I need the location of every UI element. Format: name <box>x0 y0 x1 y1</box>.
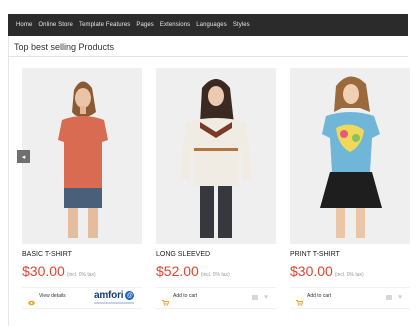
product-price: $52.00 <box>156 263 199 279</box>
price-row: $30.00 (incl. 0% tax) <box>290 263 364 281</box>
section-divider <box>8 56 408 57</box>
nav-item-styles[interactable]: Styles <box>233 22 250 28</box>
nav-item-languages[interactable]: Languages <box>196 22 227 28</box>
nav-item-online-store[interactable]: Online Store <box>38 22 73 28</box>
model-long-sleeved-image <box>180 79 252 238</box>
product-actions: View details amfori @ <box>22 287 142 309</box>
compare-icon[interactable] <box>386 295 392 300</box>
tax-note: (incl. 0% tax) <box>200 272 230 278</box>
wishlist-heart-icon[interactable]: ♥ <box>264 294 268 301</box>
product-image[interactable] <box>290 68 410 244</box>
view-details-label: View details <box>39 293 66 299</box>
section-title: Top best selling Products <box>14 42 115 52</box>
product-name[interactable]: LONG SLEEVED <box>156 251 210 258</box>
nav-item-pages[interactable]: Pages <box>136 22 154 28</box>
product-price: $30.00 <box>290 263 333 279</box>
product-image[interactable] <box>22 68 142 244</box>
main-nav: Home Online Store Template Features Page… <box>8 14 408 36</box>
nav-item-extensions[interactable]: Extensions <box>160 22 190 28</box>
model-basic-tshirt-image <box>58 81 108 238</box>
product-image[interactable] <box>156 68 276 244</box>
cart-icon <box>162 293 170 306</box>
add-to-cart-label: Add to cart <box>173 293 198 299</box>
amfori-tagline-mark <box>94 302 134 304</box>
price-row: $52.00 (incl. 0% tax) <box>156 263 230 281</box>
tax-note: (incl. 0% tax) <box>334 272 364 278</box>
model-print-tshirt-image <box>320 76 382 238</box>
view-details-button[interactable]: View details <box>28 293 66 306</box>
amfori-logo: amfori @ <box>94 290 135 304</box>
add-to-cart-button[interactable]: Add to cart <box>162 293 198 306</box>
chevron-left-icon: ◂ <box>21 153 26 161</box>
compare-icon[interactable] <box>252 295 258 300</box>
amfori-badge-icon: @ <box>125 291 135 300</box>
slider-prev-button[interactable]: ◂ <box>17 150 30 163</box>
product-actions: Add to cart ♥ <box>290 287 410 309</box>
wishlist-heart-icon[interactable]: ♥ <box>398 294 402 301</box>
cart-icon <box>296 293 304 306</box>
eye-icon <box>28 293 35 306</box>
product-price: $30.00 <box>22 263 65 279</box>
nav-item-home[interactable]: Home <box>16 22 32 28</box>
amfori-logo-text: amfori <box>94 290 124 301</box>
add-to-cart-label: Add to cart <box>307 293 332 299</box>
tax-note: (incl. 0% tax) <box>66 272 96 278</box>
price-row: $30.00 (incl. 0% tax) <box>22 263 96 281</box>
add-to-cart-button[interactable]: Add to cart <box>296 293 332 306</box>
product-name[interactable]: PRINT T-SHIRT <box>290 251 340 258</box>
page-frame-border <box>8 36 9 326</box>
nav-item-template-features[interactable]: Template Features <box>79 22 130 28</box>
product-name[interactable]: BASIC T-SHIRT <box>22 251 72 258</box>
product-actions: Add to cart ♥ <box>156 287 276 309</box>
